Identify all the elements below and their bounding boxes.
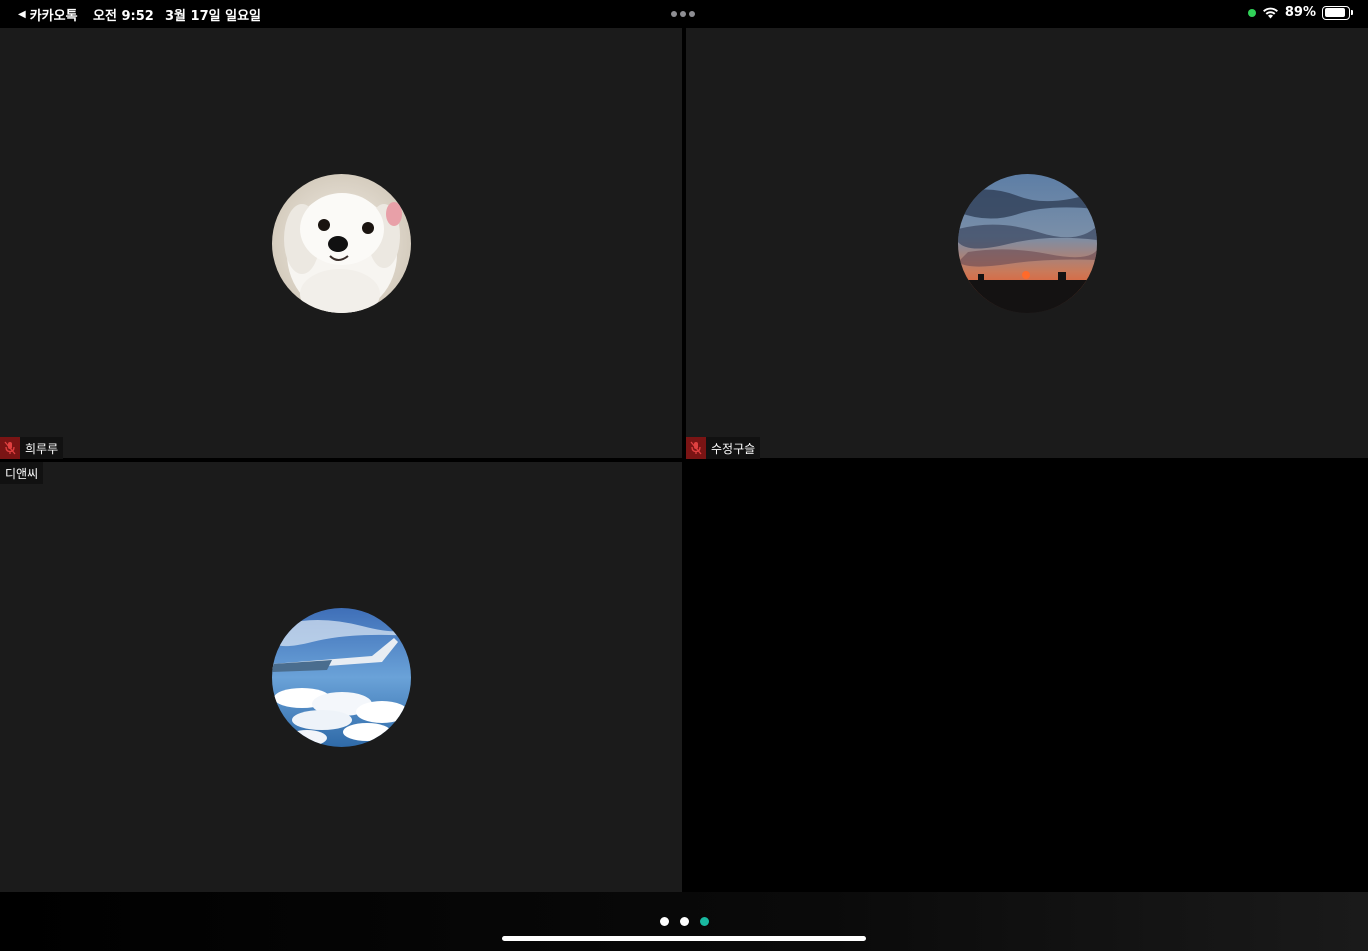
status-date: 3월 17일 일요일 [165, 9, 261, 24]
battery-percent: 89% [1284, 5, 1316, 20]
participant-name-tag: 희루루 [0, 437, 64, 459]
status-time: 오전 9:52 [93, 9, 154, 24]
back-to-app-link[interactable]: ◀ 카카오톡 [18, 5, 78, 24]
mic-muted-icon [0, 437, 20, 459]
battery-fill [1324, 8, 1345, 17]
battery-icon [1322, 5, 1353, 20]
participant-tile-3[interactable]: 디앤씨 [0, 462, 682, 892]
back-app-label: 카카오톡 [29, 9, 78, 24]
status-indicators: 89% [1247, 5, 1353, 20]
empty-tile [686, 462, 1368, 892]
video-call-screen: ◀ 카카오톡 오전 9:52 3월 17일 일요일 89% 희루루 수정구슬 디… [0, 0, 1368, 951]
participant-avatar-dog [272, 174, 411, 313]
participant-name: 수정구슬 [711, 441, 756, 456]
status-bar: ◀ 카카오톡 오전 9:52 3월 17일 일요일 89% [0, 0, 1368, 28]
home-indicator[interactable] [502, 936, 866, 941]
participant-name-tag: 수정구슬 [686, 437, 761, 459]
participant-name: 디앤씨 [5, 466, 39, 481]
participant-name-tag: 디앤씨 [0, 462, 44, 484]
page-dot-2[interactable] [680, 917, 689, 926]
participant-name: 희루루 [25, 441, 59, 456]
participant-avatar-airplane-sky [272, 608, 411, 747]
page-dot-3[interactable] [700, 917, 709, 926]
multitasking-menu-icon[interactable] [671, 11, 695, 17]
mic-muted-icon [686, 437, 706, 459]
page-indicator[interactable] [660, 917, 709, 926]
participant-tile-1[interactable]: 희루루 [0, 28, 682, 459]
page-dot-1[interactable] [660, 917, 669, 926]
camera-in-use-dot [1247, 8, 1256, 17]
participant-avatar-sunset [958, 174, 1097, 313]
back-arrow-icon: ◀ [18, 9, 26, 20]
wifi-icon [1262, 7, 1278, 19]
participant-tile-2[interactable]: 수정구슬 [686, 28, 1368, 459]
